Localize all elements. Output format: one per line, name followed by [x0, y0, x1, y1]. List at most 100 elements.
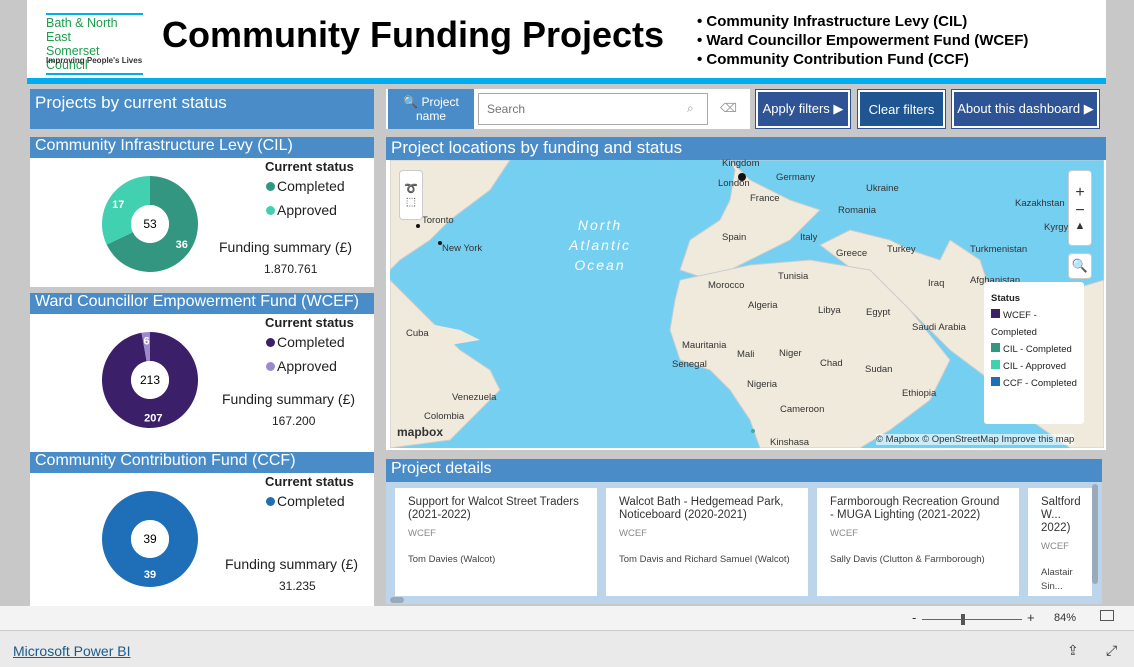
project-title: Farmborough Recreation Ground - MUGA Lig…: [830, 496, 1000, 521]
donut-chart[interactable]: 39 39: [100, 489, 200, 589]
bullet-cil: • Community Infrastructure Levy (CIL): [697, 13, 968, 30]
project-councillors: Alastair Sin...: [1041, 567, 1073, 592]
map-place-label: Mali: [737, 349, 755, 360]
search-input[interactable]: [478, 93, 708, 125]
funding-value: 1.870.761: [264, 262, 318, 276]
legend-swatch-icon: [991, 309, 1000, 318]
legend-swatch-icon: [991, 343, 1000, 352]
donut-total: 53: [143, 217, 157, 231]
mapbox-logo: mapbox: [397, 425, 444, 439]
panel-title: Community Infrastructure Levy (CIL): [30, 137, 374, 158]
map-place-label: Egypt: [866, 307, 891, 318]
logo-tagline: Improving People's Lives: [46, 56, 143, 65]
legend-swatch-icon: [991, 360, 1000, 369]
map-place-label: Turkey: [887, 244, 916, 255]
zoom-plus-button[interactable]: +: [1027, 610, 1035, 625]
power-bi-link[interactable]: Microsoft Power BI: [13, 643, 130, 659]
ocean-word: North: [577, 217, 623, 233]
map-place-label: France: [750, 193, 780, 204]
legend-item[interactable]: Approved: [266, 202, 337, 218]
legend-title: Current status: [265, 315, 354, 330]
map-place-label: Cuba: [406, 328, 429, 339]
legend-label: CIL - Approved: [1003, 361, 1067, 372]
project-card[interactable]: Saltford W... 2022) WCEF Alastair Sin...: [1028, 488, 1092, 596]
map-title: Project locations by funding and status: [386, 137, 1106, 160]
zoom-in-button[interactable]: +: [1075, 184, 1084, 202]
legend-item[interactable]: Completed: [266, 493, 345, 509]
share-icon[interactable]: ⇪: [1067, 642, 1079, 659]
rect-select-icon[interactable]: ⬚: [406, 195, 416, 208]
legend-dot-icon: [266, 182, 275, 191]
about-dashboard-button[interactable]: About this dashboard ▶: [951, 89, 1100, 129]
map-place-label: Toronto: [422, 215, 454, 226]
compass-icon[interactable]: ▲: [1075, 220, 1086, 232]
map-legend-item[interactable]: CCF - Completed: [991, 375, 1077, 392]
donut-chart[interactable]: 207 6 213: [100, 330, 200, 430]
map-place-label: Sudan: [865, 364, 893, 375]
zoom-minus-button[interactable]: -: [912, 610, 916, 625]
map-place-label: Senegal: [672, 359, 707, 370]
project-councillors: Sally Davis (Clutton & Farmborough): [830, 554, 985, 565]
project-fund: WCEF: [408, 528, 436, 539]
search-icon: 🔍: [403, 95, 419, 109]
zoom-level: 84%: [1054, 612, 1077, 624]
clear-filters-button[interactable]: Clear filters: [857, 89, 946, 129]
project-title: Saltford W... 2022): [1041, 496, 1081, 534]
map-place-label: Germany: [776, 172, 816, 183]
legend-label: CCF - Completed: [1003, 378, 1077, 389]
map-place-label: Nigeria: [747, 379, 778, 390]
segment-label: 39: [144, 569, 156, 581]
map-place-label: New York: [442, 243, 483, 254]
map-legend-item[interactable]: CIL - Approved: [991, 358, 1077, 375]
map-zoom-controls[interactable]: + − ▲: [1068, 170, 1092, 246]
map-place-label: Kyrgy: [1044, 222, 1069, 233]
zoom-out-button[interactable]: −: [1075, 202, 1084, 220]
project-name-label: 🔍 Project name: [388, 89, 474, 129]
map-place-label: Iraq: [928, 278, 945, 289]
project-fund: WCEF: [619, 528, 647, 539]
map-place-label: Greece: [836, 248, 868, 259]
horizontal-scrollbar[interactable]: [390, 597, 404, 603]
label-line1: Project: [421, 95, 459, 109]
map-place-label: Colombia: [424, 411, 465, 422]
apply-filters-button[interactable]: Apply filters ▶: [755, 89, 851, 129]
label-line2: name: [415, 109, 447, 123]
map-legend-item[interactable]: CIL - Completed: [991, 341, 1077, 358]
donut-chart[interactable]: 36 17 53: [100, 174, 200, 274]
legend-item[interactable]: Completed: [266, 178, 345, 194]
zoom-slider-thumb[interactable]: [961, 614, 965, 625]
fullscreen-icon[interactable]: ⤢: [1106, 642, 1117, 659]
map-place-label: Kazakhstan: [1015, 198, 1065, 209]
fit-page-icon[interactable]: [1100, 610, 1114, 621]
legend-item[interactable]: Completed: [266, 334, 345, 350]
legend-dot-icon: [266, 338, 275, 347]
project-fund: WCEF: [830, 528, 858, 539]
project-card[interactable]: Support for Walcot Street Traders (2021-…: [395, 488, 597, 596]
map-search-icon[interactable]: 🔍: [1068, 253, 1092, 279]
lasso-icon[interactable]: ➰: [404, 182, 418, 195]
funding-label: Funding summary (£): [219, 239, 353, 255]
map-legend-item[interactable]: WCEF - Completed: [991, 307, 1077, 341]
map-draw-tools[interactable]: ➰ ⬚: [399, 170, 423, 220]
project-card[interactable]: Farmborough Recreation Ground - MUGA Lig…: [817, 488, 1019, 596]
map-place-label: Cameroon: [780, 404, 825, 415]
legend-label: Approved: [277, 358, 337, 374]
legend-label: CIL - Completed: [1003, 344, 1072, 355]
footer: [0, 631, 1134, 667]
segment-label: 6: [143, 336, 149, 348]
project-fund: WCEF: [1041, 541, 1069, 552]
zoom-slider[interactable]: [922, 619, 1022, 620]
eraser-icon[interactable]: ⌫: [720, 101, 737, 115]
vertical-scrollbar[interactable]: [1092, 484, 1098, 584]
legend-item[interactable]: Approved: [266, 358, 337, 374]
map-place-label: Spain: [722, 232, 747, 243]
legend-label: Completed: [277, 334, 345, 350]
map-attribution[interactable]: © Mapbox © OpenStreetMap Improve this ma…: [876, 434, 1075, 445]
map-place-label: Chad: [820, 358, 843, 369]
project-card[interactable]: Walcot Bath - Hedgemead Park, Noticeboar…: [606, 488, 808, 596]
header-divider: [27, 78, 1106, 84]
council-logo: Bath & North East Somerset Council: [46, 13, 143, 75]
map-place-label: Tunisia: [778, 271, 809, 282]
map-place-label: Algeria: [748, 300, 778, 311]
donut-total: 39: [143, 532, 157, 546]
